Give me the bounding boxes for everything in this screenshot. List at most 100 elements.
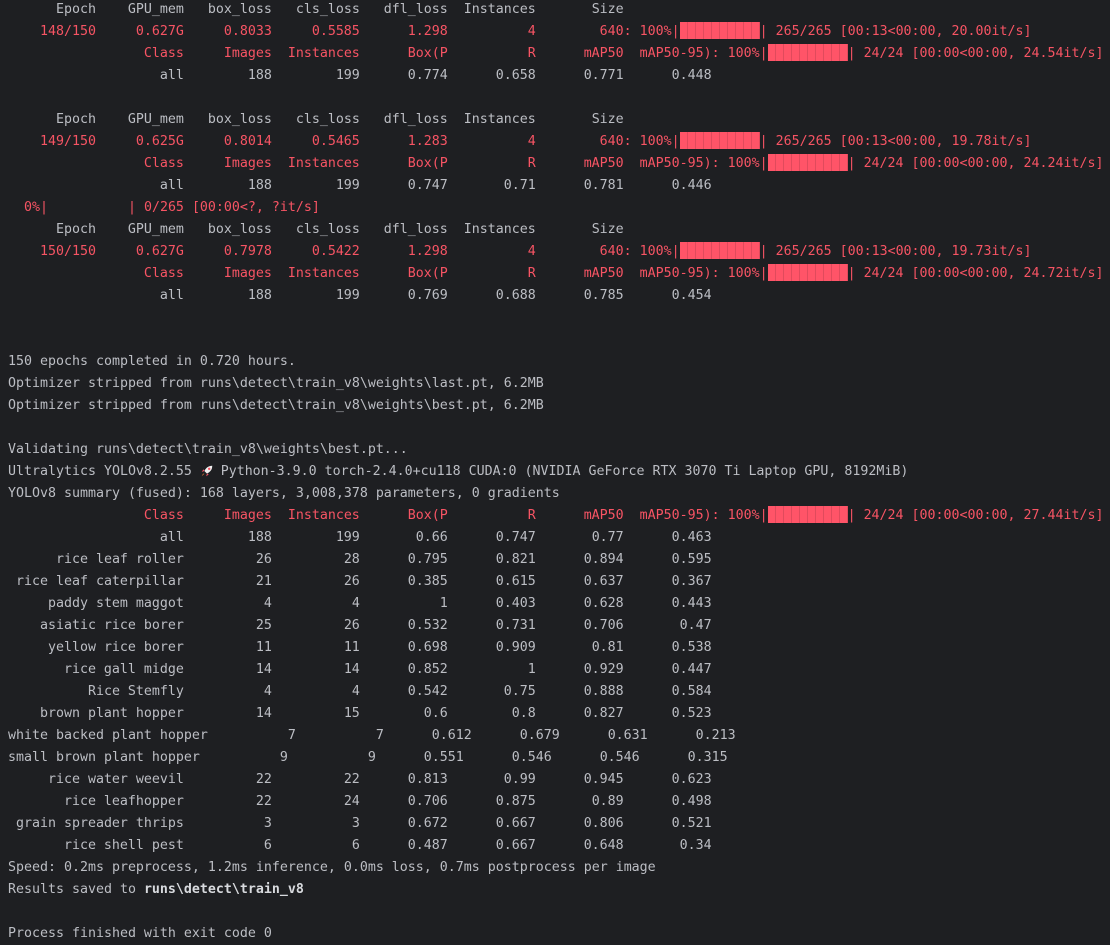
progress-timing: [00:00<00:00, 24.24it/s]	[911, 156, 1104, 171]
progress-count: 265/265	[775, 134, 832, 149]
final-val-cell: 0.909	[495, 640, 536, 655]
final-val-row: rice leafhopper 22 24 0.706 0.875 0.89 0.498	[8, 791, 1103, 813]
train-epoch-row: 148/150 0.627G 0.8033 0.5585 1.298 4 640: 100%…	[8, 21, 1103, 43]
train-value-cell: 0.8033	[223, 24, 272, 39]
train-header-cell: Epoch	[55, 222, 96, 237]
final-val-cell: 0.945	[583, 772, 624, 787]
final-val-cell: 25	[255, 618, 272, 633]
final-val-cell: 28	[343, 552, 360, 567]
train-value-cell: 1.298	[407, 24, 448, 39]
train-value-cell: 0.625G	[135, 134, 184, 149]
final-val-cell: 0.89	[591, 794, 624, 809]
final-val-cell: 0.551	[423, 750, 464, 765]
val-header-row: Class Images Instances Box(P RmAP50 mAP50-95)…	[8, 153, 1103, 175]
final-val-cell: rice leaf roller	[55, 552, 184, 567]
final-val-cell: 3	[263, 816, 272, 831]
progress-percent: 0%	[24, 200, 40, 215]
progress-bar-fill	[767, 264, 848, 281]
final-val-cell: 14	[343, 662, 360, 677]
final-val-cell: Rice Stemfly	[87, 684, 184, 699]
final-val-cell: 0.47	[679, 618, 712, 633]
final-val-cell: 22	[255, 794, 272, 809]
val-all-row: all 188 199 0.774 0.658 0.771 0.448	[8, 65, 1103, 87]
progress-bar	[767, 506, 848, 523]
train-header-cell: Instances	[463, 2, 536, 17]
final-val-cell: 0.542	[407, 684, 448, 699]
train-value-cell: 1.298	[407, 244, 448, 259]
final-val-cell: 0.99	[503, 772, 536, 787]
progress-bar	[679, 22, 760, 39]
val-value-cell: 188	[247, 68, 272, 83]
val-header-row: Class Images Instances Box(P RmAP50 mAP50-95)…	[8, 43, 1103, 65]
train-value-cell: 640	[599, 134, 624, 149]
final-val-cell: 0.731	[495, 618, 536, 633]
progress-timing: [00:00<00:00, 27.44it/s]	[911, 508, 1104, 523]
final-val-cell: 0.806	[583, 816, 624, 831]
train-value-cell: 0.627G	[135, 244, 184, 259]
val-value-cell: 188	[247, 178, 272, 193]
train-epoch-row: 150/150 0.627G 0.7978 0.5422 1.298 4 640: 100%…	[8, 241, 1103, 263]
final-val-cell: 0.679	[519, 728, 560, 743]
final-val-cell: 4	[263, 684, 272, 699]
final-val-cell: 0.612	[431, 728, 472, 743]
val-header-cell: R	[527, 46, 536, 61]
final-val-cell: 0.487	[407, 838, 448, 853]
final-val-cell: 0.546	[511, 750, 552, 765]
final-val-cell: 26	[255, 552, 272, 567]
train-header-cell: cls_loss	[295, 112, 360, 127]
final-val-cell: 0.827	[583, 706, 624, 721]
final-val-cell: 0.81	[591, 640, 624, 655]
val-value-cell: 199	[335, 288, 360, 303]
final-val-cell: 9	[279, 750, 288, 765]
results-path[interactable]: runs\detect\train_v8	[144, 882, 304, 897]
final-val-cell: 188	[247, 530, 272, 545]
final-val-cell: 1	[527, 662, 536, 677]
val-value-cell: 188	[247, 288, 272, 303]
final-val-cell: 0.795	[407, 552, 448, 567]
progress-count: 0/265	[143, 200, 184, 215]
final-val-cell: 1	[439, 596, 448, 611]
train-header-cell: GPU_mem	[127, 2, 184, 17]
final-val-cell: grain spreader thrips	[15, 816, 184, 831]
val-value-cell: 0.774	[407, 68, 448, 83]
final-val-cell: 4	[263, 596, 272, 611]
final-val-cell: 21	[255, 574, 272, 589]
final-val-row: asiatic rice borer 25 26 0.532 0.731 0.706 0.4…	[8, 615, 1103, 637]
final-val-row: rice water weevil 22 22 0.813 0.99 0.945 0.623	[8, 769, 1103, 791]
progress-count: 24/24	[863, 508, 904, 523]
summary-line: Validating runs\detect\train_v8\weights\…	[8, 439, 1103, 461]
val-header-cell: Box(P	[407, 266, 448, 281]
progress-timing: [00:13<00:00, 19.78it/s]	[839, 134, 1032, 149]
final-val-cell: 0.315	[687, 750, 728, 765]
train-header-cell: box_loss	[207, 112, 272, 127]
train-value-cell: 148/150	[39, 24, 96, 39]
progress-bar	[767, 154, 848, 171]
val-all-row: all 188 199 0.747 0.71 0.781 0.446	[8, 175, 1103, 197]
final-val-cell: 0.813	[407, 772, 448, 787]
final-val-cell: 0.34	[679, 838, 712, 853]
final-val-cell: 24	[343, 794, 360, 809]
summary-line: Optimizer stripped from runs\detect\trai…	[8, 395, 1103, 417]
train-header-cell: cls_loss	[295, 222, 360, 237]
final-val-cell: 0.6	[423, 706, 448, 721]
final-val-cell: brown plant hopper	[39, 706, 184, 721]
final-val-cell: 0.75	[503, 684, 536, 699]
final-val-cell: rice leafhopper	[63, 794, 184, 809]
final-val-cell: 0.523	[671, 706, 712, 721]
val-value-cell: 0.71	[503, 178, 536, 193]
optimizer-stripped-best: Optimizer stripped from runs\detect\trai…	[8, 398, 544, 413]
final-val-cell: 3	[351, 816, 360, 831]
final-val-cell: 0.706	[407, 794, 448, 809]
final-val-cell: rice gall midge	[63, 662, 184, 677]
train-header-cell: Instances	[463, 222, 536, 237]
val-header-row: Class Images Instances Box(P RmAP50 mAP50-95)…	[8, 505, 1103, 527]
final-val-cell: 0.672	[407, 816, 448, 831]
train-header-cell: Size	[591, 222, 624, 237]
progress-count: 24/24	[863, 266, 904, 281]
final-val-row: Rice Stemfly 4 4 0.542 0.75 0.888 0.584	[8, 681, 1103, 703]
final-val-cell: rice water weevil	[47, 772, 184, 787]
interim-progress-line: 0%| | 0/265 [00:00<?, ?it/s]	[24, 200, 320, 215]
train-value-cell: 0.5465	[311, 134, 360, 149]
